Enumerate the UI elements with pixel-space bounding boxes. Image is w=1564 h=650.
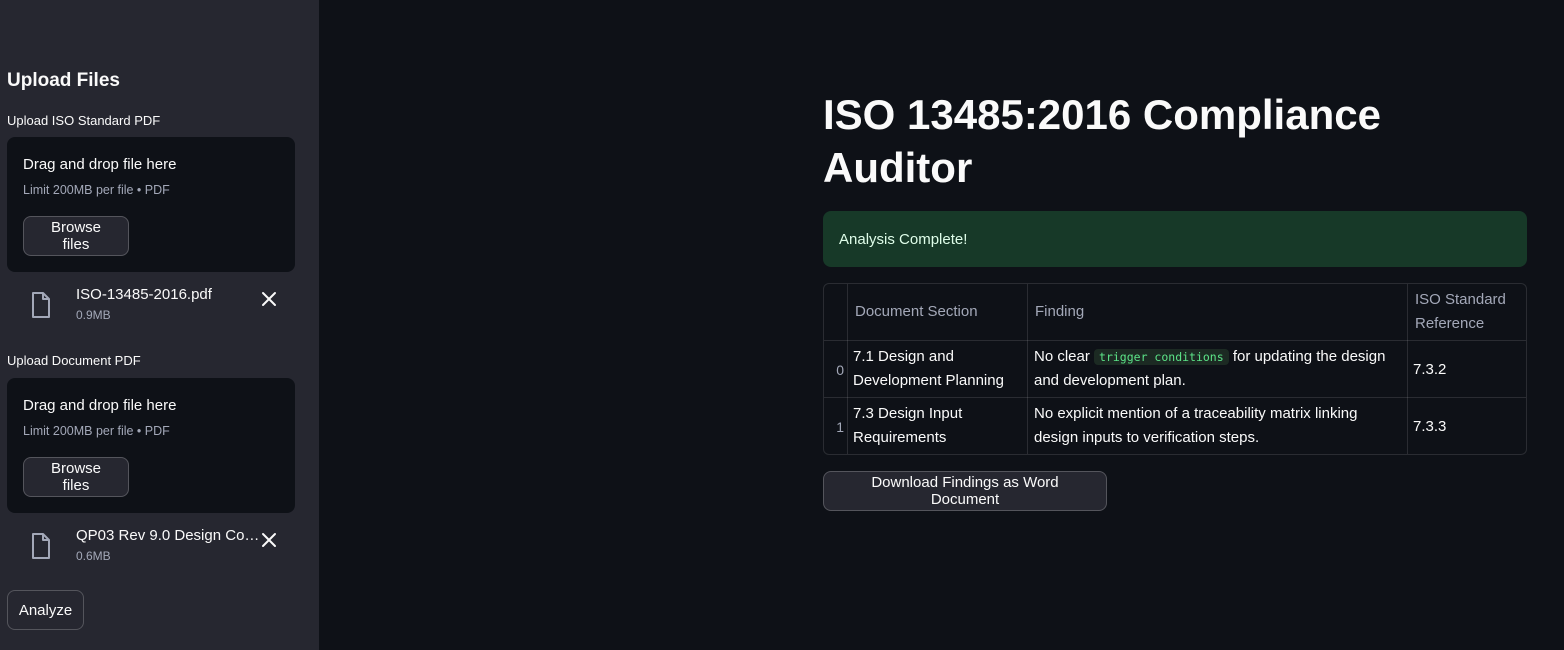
column-divider	[1407, 284, 1408, 454]
finding-text: No clear	[1034, 348, 1090, 365]
analyze-button[interactable]: Analyze	[7, 590, 84, 630]
alert-text: Analysis Complete!	[839, 230, 968, 248]
close-icon[interactable]	[260, 531, 278, 549]
dropzone-limit: Limit 200MB per file • PDF	[23, 183, 170, 197]
row-index: 1	[836, 419, 844, 435]
file-name: QP03 Rev 9.0 Design Con…	[76, 527, 260, 544]
iso-dropzone[interactable]: Drag and drop file here Limit 200MB per …	[7, 137, 295, 272]
column-divider	[847, 284, 848, 454]
download-word-button[interactable]: Download Findings as Word Document	[823, 471, 1107, 511]
findings-table[interactable]: Document Section Finding ISO Standard Re…	[823, 283, 1527, 455]
header-iso-reference[interactable]: ISO Standard Reference	[1415, 288, 1525, 336]
dropzone-text: Drag and drop file here	[23, 397, 177, 414]
dropzone-text: Drag and drop file here	[23, 156, 177, 173]
file-name: ISO-13485-2016.pdf	[76, 286, 212, 303]
browse-files-button[interactable]: Browse files	[23, 457, 129, 497]
table-cell-finding[interactable]: No explicit mention of a traceability ma…	[1034, 402, 1404, 450]
file-icon	[32, 292, 50, 318]
header-finding[interactable]: Finding	[1035, 300, 1405, 324]
column-divider	[1027, 284, 1028, 454]
sidebar-title: Upload Files	[7, 70, 120, 91]
inline-code: trigger conditions	[1094, 349, 1229, 365]
row-divider	[824, 397, 1526, 398]
file-icon	[32, 533, 50, 559]
success-alert: Analysis Complete!	[823, 211, 1527, 267]
table-cell-section[interactable]: 7.3 Design Input Requirements	[853, 402, 1025, 450]
iso-upload-label: Upload ISO Standard PDF	[7, 113, 161, 128]
table-cell-section[interactable]: 7.1 Design and Development Planning	[853, 345, 1025, 393]
document-upload-label: Upload Document PDF	[7, 353, 141, 368]
close-icon[interactable]	[260, 290, 278, 308]
file-size: 0.9MB	[76, 308, 111, 322]
table-cell-reference[interactable]: 7.3.2	[1413, 358, 1523, 382]
page-title: ISO 13485:2016 Compliance Auditor	[823, 91, 1381, 191]
uploaded-file-document: QP03 Rev 9.0 Design Con… 0.6MB	[7, 525, 295, 571]
row-index: 0	[836, 362, 844, 378]
browse-files-button[interactable]: Browse files	[23, 216, 129, 256]
table-cell-finding[interactable]: No clear trigger conditions for updating…	[1034, 345, 1404, 393]
uploaded-file-iso: ISO-13485-2016.pdf 0.9MB	[7, 284, 295, 330]
table-cell-reference[interactable]: 7.3.3	[1413, 415, 1523, 439]
sidebar: Upload Files Upload ISO Standard PDF Dra…	[0, 0, 319, 650]
file-size: 0.6MB	[76, 549, 111, 563]
header-document-section[interactable]: Document Section	[855, 300, 1025, 324]
dropzone-limit: Limit 200MB per file • PDF	[23, 424, 170, 438]
row-divider	[824, 340, 1526, 341]
document-dropzone[interactable]: Drag and drop file here Limit 200MB per …	[7, 378, 295, 513]
